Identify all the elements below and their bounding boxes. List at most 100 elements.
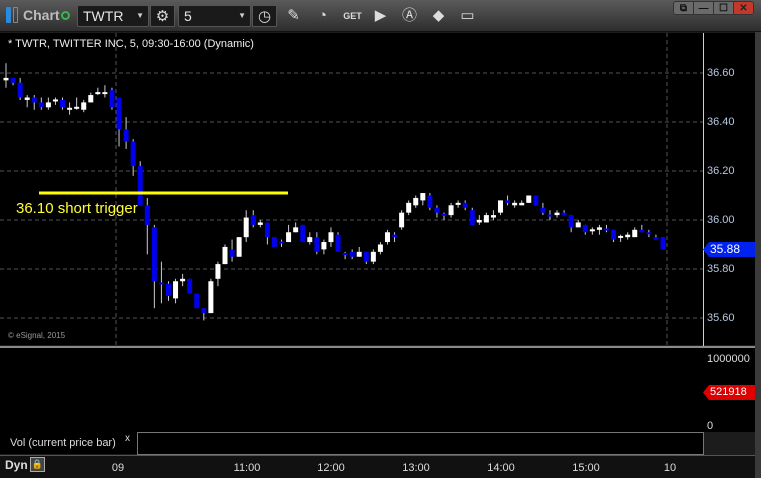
lock-icon[interactable]: 🔒 <box>30 457 45 472</box>
candle-body <box>427 195 433 208</box>
candle-body <box>123 129 129 142</box>
candle-body <box>356 251 362 257</box>
candle-body <box>10 77 16 83</box>
candle-body <box>392 234 398 238</box>
candle-body <box>384 232 390 243</box>
candle-body <box>505 200 511 203</box>
candle-body <box>498 200 504 213</box>
time-axis-label: 11:00 <box>233 462 261 474</box>
candle-body <box>526 195 532 203</box>
time-axis-label: 14:00 <box>487 462 515 474</box>
volume-axis-label: 0 <box>707 420 714 432</box>
candle-body <box>540 207 546 213</box>
candle-body <box>476 220 482 223</box>
candle-body <box>81 102 87 110</box>
candle-body <box>95 92 101 95</box>
candle-body <box>462 202 468 208</box>
volume-pane[interactable] <box>0 346 755 432</box>
price-axis-label: 35.60 <box>707 312 735 324</box>
candle-body <box>144 205 150 225</box>
candle-body <box>74 106 80 109</box>
candle-body <box>243 217 249 238</box>
candle-body <box>137 166 143 206</box>
candle-body <box>596 227 602 230</box>
candle-body <box>293 227 299 233</box>
candle-body <box>286 232 292 243</box>
candle-body <box>519 202 525 206</box>
candle-body <box>279 241 285 244</box>
candle-body <box>483 215 489 223</box>
candle-body <box>589 229 595 232</box>
volume-axis-label: 1000000 <box>707 353 750 365</box>
candle-body <box>582 224 588 233</box>
candle-body <box>434 207 440 213</box>
candle-body <box>180 278 186 282</box>
candle-body <box>116 97 122 130</box>
candle-body <box>165 283 171 296</box>
candle-body <box>328 232 334 243</box>
candle-body <box>603 228 609 231</box>
candle-body <box>109 90 115 108</box>
price-axis-label: 36.40 <box>707 116 735 128</box>
candle-body <box>88 95 94 103</box>
candle-body <box>370 251 376 262</box>
candle-body <box>448 205 454 216</box>
time-axis-label: 10 <box>663 462 677 474</box>
price-axis-label: 36.00 <box>707 214 735 226</box>
short-trigger-annotation: 36.10 short trigger <box>16 200 138 217</box>
candle-body <box>151 227 157 282</box>
candle-body <box>194 293 200 309</box>
candle-body <box>24 97 30 100</box>
last-volume-tag: 521918 <box>703 385 755 400</box>
candle-body <box>130 141 136 167</box>
candle-body <box>236 237 242 257</box>
candle-body <box>611 229 617 240</box>
candle-body <box>441 213 447 216</box>
candle-body <box>632 229 638 238</box>
candle-body <box>3 77 9 81</box>
candle-body <box>264 222 270 238</box>
candle-body <box>349 251 355 257</box>
candle-body <box>377 244 383 252</box>
time-axis-label: 09 <box>111 462 125 474</box>
candle-body <box>300 224 306 243</box>
candle-body <box>363 251 369 262</box>
candle-body <box>31 97 37 103</box>
candle-body <box>399 212 405 228</box>
volume-study-label[interactable]: Vol (current price bar) <box>0 432 137 454</box>
candle-body <box>575 222 581 228</box>
time-axis-label: 12:00 <box>317 462 345 474</box>
copyright: © eSignal, 2015 <box>8 331 66 340</box>
candle-body <box>533 195 539 206</box>
time-axis-label: 15:00 <box>572 462 600 474</box>
candle-body <box>187 278 193 294</box>
candle-body <box>222 246 228 265</box>
candle-body <box>660 237 666 250</box>
price-axis-label: 36.60 <box>707 67 735 79</box>
candle-body <box>45 102 51 108</box>
candle-body <box>102 92 108 95</box>
candle-body <box>639 229 645 233</box>
dyn-label[interactable]: Dyn <box>5 458 28 472</box>
candle-body <box>342 253 348 256</box>
close-study-icon[interactable]: x <box>125 433 130 444</box>
candle-body <box>413 197 419 206</box>
candle-body <box>17 82 23 98</box>
candle-body <box>250 215 256 225</box>
candle-body <box>490 215 496 218</box>
candle-body <box>52 99 58 102</box>
candle-body <box>469 210 475 225</box>
candle-body <box>208 281 214 314</box>
price-axis-label: 35.80 <box>707 263 735 275</box>
candle-body <box>568 215 574 228</box>
candle-body <box>554 212 560 216</box>
candle-body <box>215 264 221 279</box>
candle-body <box>455 202 461 205</box>
candle-body <box>547 214 553 217</box>
window-border <box>755 32 761 478</box>
candle-body <box>335 234 341 252</box>
candle-body <box>321 242 327 250</box>
candle-body <box>561 212 567 216</box>
candle-body <box>201 308 207 314</box>
candle-body <box>257 222 263 225</box>
